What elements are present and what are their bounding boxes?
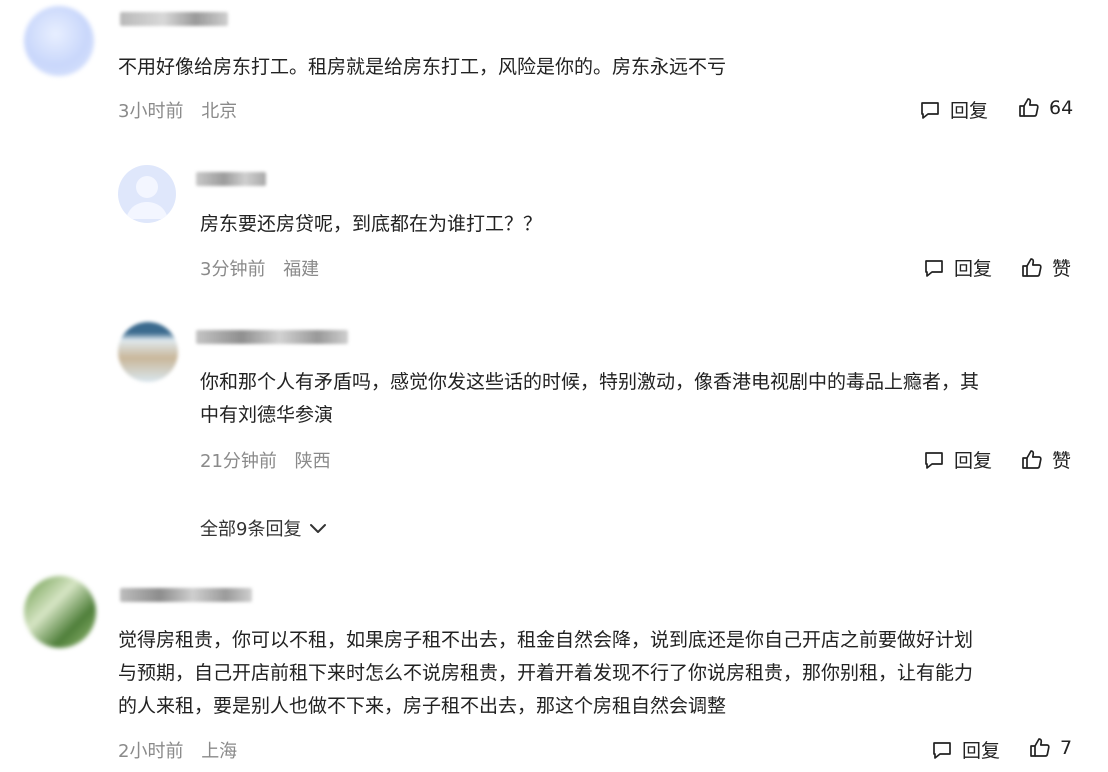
avatar[interactable] — [24, 6, 94, 76]
comment-location: 陕西 — [294, 451, 331, 472]
reply-label: 回复 — [954, 258, 993, 280]
comment-location: 福建 — [283, 259, 320, 280]
comment-bubble-icon — [925, 451, 943, 469]
comment-meta: 2小时前 上海 — [118, 737, 249, 763]
comment-time: 3小时前 — [118, 101, 184, 122]
comment-text-line: 中有刘德华参演 — [200, 404, 334, 426]
comment-text: 不用好像给房东打工。租房就是给房东打工，风险是你的。房东永远不亏 — [118, 56, 727, 78]
thumbs-up-icon — [1022, 257, 1042, 277]
avatar[interactable] — [24, 576, 96, 648]
comment-location: 北京 — [201, 101, 238, 122]
chevron-down-icon — [310, 524, 327, 533]
like-button[interactable]: 7 — [1028, 736, 1072, 760]
thumbs-up-icon — [1019, 98, 1039, 117]
like-button[interactable]: 赞 — [1020, 446, 1071, 473]
comment-text-line: 觉得房租贵，你可以不租，如果房子租不出去，租金自然会降，说到底还是你自己开店之前… — [118, 629, 974, 651]
username[interactable] — [120, 588, 252, 602]
like-label: 赞 — [1052, 450, 1072, 472]
like-button[interactable]: 赞 — [1020, 254, 1071, 281]
reply-button[interactable]: 回复 — [930, 736, 1000, 763]
comment-meta: 21分钟前 陕西 — [200, 447, 343, 473]
avatar[interactable] — [118, 322, 178, 382]
comment-time: 21分钟前 — [200, 451, 277, 472]
like-count: 7 — [1060, 737, 1073, 759]
comment-time: 2小时前 — [118, 741, 184, 762]
reply-button[interactable]: 回复 — [918, 96, 988, 123]
comment-text-line: 你和那个人有矛盾吗，感觉你发这些话的时候，特别激动，像香港电视剧中的毒品上瘾者，… — [200, 371, 980, 393]
comment-meta: 3小时前 北京 — [118, 97, 249, 123]
username[interactable] — [196, 172, 266, 186]
comment-text: 房东要还房贷呢，到底都在为谁打工？？ — [200, 213, 543, 235]
reply-button[interactable]: 回复 — [922, 254, 992, 281]
username[interactable] — [120, 12, 228, 26]
comment-text-line: 的人来租，要是别人也做不下来，房子租不出去，那这个房租自然会调整 — [118, 695, 727, 717]
default-avatar-icon — [126, 176, 168, 219]
username[interactable] — [196, 330, 348, 344]
reply-label: 回复 — [954, 450, 993, 472]
avatar[interactable] — [118, 165, 176, 223]
comment-bubble-icon — [933, 741, 951, 759]
comment-meta: 3分钟前 福建 — [200, 255, 331, 281]
expand-replies-button[interactable]: 全部9条回复 — [200, 515, 331, 541]
comment-location: 上海 — [201, 741, 238, 762]
like-count: 64 — [1049, 97, 1074, 119]
reply-label: 回复 — [950, 100, 989, 122]
thumbs-up-icon — [1030, 738, 1050, 757]
like-button[interactable]: 64 — [1017, 96, 1073, 120]
reply-label: 回复 — [962, 740, 1001, 762]
expand-replies-label: 全部9条回复 — [200, 519, 302, 540]
comment-text-line: 与预期，自己开店前租下来时怎么不说房租贵，开着开着发现不行了你说房租贵，那你别租… — [118, 662, 974, 684]
like-label: 赞 — [1052, 258, 1072, 280]
comment-bubble-icon — [921, 101, 939, 119]
comment-bubble-icon — [925, 259, 943, 277]
comment-time: 3分钟前 — [200, 259, 266, 280]
thumbs-up-icon — [1022, 449, 1042, 469]
reply-button[interactable]: 回复 — [922, 446, 992, 473]
